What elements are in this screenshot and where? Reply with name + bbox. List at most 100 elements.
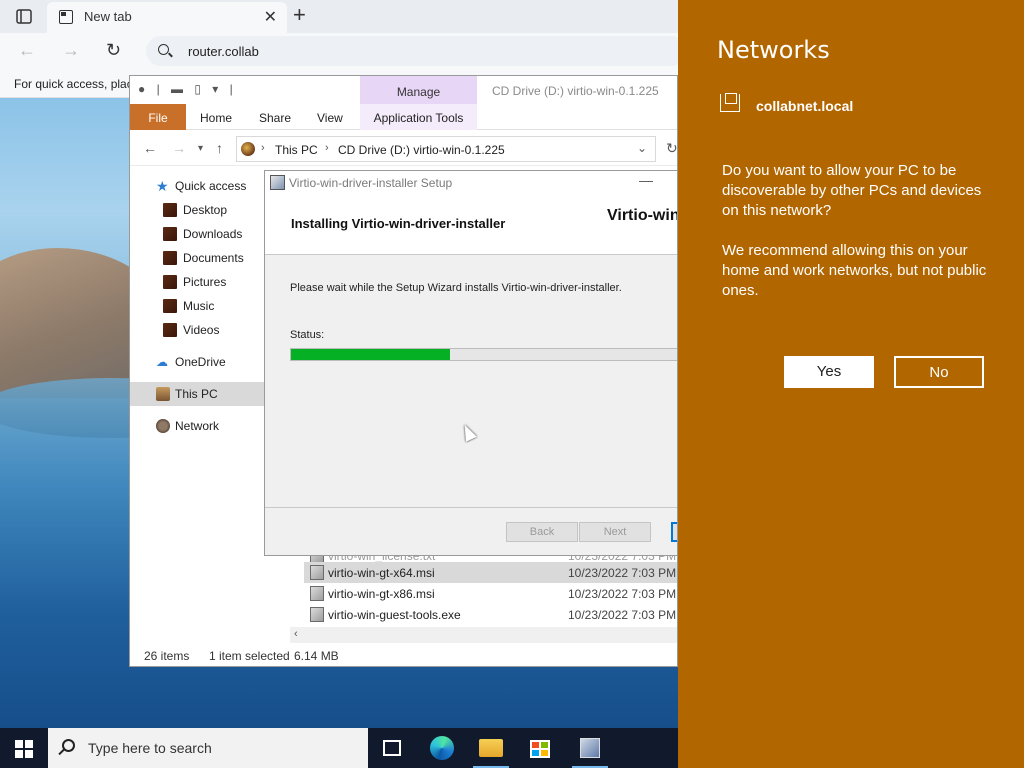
tab-actions-icon[interactable] <box>10 6 38 28</box>
selection-count: 1 item selected <box>209 649 290 663</box>
explorer-back-icon[interactable]: ← <box>143 140 157 156</box>
nav-pictures[interactable]: Pictures <box>130 270 264 294</box>
tab-share[interactable]: Share <box>259 104 291 130</box>
no-button[interactable]: No <box>894 356 984 388</box>
network-name: collabnet.local <box>756 98 854 114</box>
nav-videos[interactable]: Videos <box>130 318 264 342</box>
tab-home[interactable]: Home <box>200 104 232 130</box>
nav-label: Music <box>183 299 215 313</box>
browser-tab[interactable]: New tab ✕ <box>47 2 287 33</box>
nav-this-pc[interactable]: This PC <box>130 382 264 406</box>
edge-icon[interactable] <box>418 728 466 768</box>
file-date: 10/23/2022 7:03 PM <box>568 566 677 580</box>
breadcrumb-separator-icon[interactable]: › <box>325 142 329 154</box>
file-explorer-icon[interactable] <box>467 728 515 768</box>
cloud-icon: ☁ <box>156 355 168 369</box>
quick-access-toolbar-icons[interactable]: ● | ▬ ▯ ▾ | <box>138 82 237 96</box>
file-list: virtio-win_license.txt 10/23/2022 7:03 P… <box>304 548 677 629</box>
nav-label: Quick access <box>175 179 247 193</box>
cancel-button[interactable] <box>671 522 677 542</box>
store-icon[interactable] <box>516 728 564 768</box>
windows-logo-icon <box>15 740 23 748</box>
start-button[interactable] <box>0 728 48 768</box>
address-text[interactable]: router.collab <box>188 44 259 59</box>
nav-downloads[interactable]: Downloads <box>130 222 264 246</box>
computer-icon <box>156 387 170 401</box>
nav-label: Videos <box>183 323 220 337</box>
nav-label: Documents <box>183 251 244 265</box>
explorer-titlebar: ● | ▬ ▯ ▾ | Manage CD Drive (D:) virtio-… <box>130 76 677 104</box>
next-button[interactable]: Next <box>579 522 651 542</box>
horizontal-scrollbar[interactable]: ‹ <box>290 627 677 643</box>
file-name: virtio-win-gt-x64.msi <box>328 566 435 580</box>
installer-taskbar-icon[interactable] <box>566 728 614 768</box>
setup-titlebar: Virtio-win-driver-installer Setup — <box>265 171 677 195</box>
scroll-left-icon[interactable]: ‹ <box>294 628 298 640</box>
file-row[interactable]: virtio-win-gt-x86.msi 10/23/2022 7:03 PM <box>304 583 677 604</box>
folder-icon <box>163 275 177 289</box>
favorites-bar-hint: For quick access, plac <box>14 77 133 91</box>
breadcrumb-separator-icon[interactable]: › <box>261 142 265 154</box>
up-arrow-icon[interactable]: ↑ <box>216 140 223 156</box>
tab-application-tools[interactable]: Application Tools <box>360 104 477 130</box>
explorer-ribbon-tabs: File Home Share View Application Tools <box>130 104 677 130</box>
networks-title: Networks <box>717 36 830 64</box>
install-progress-fill <box>291 349 451 360</box>
nav-label: Network <box>175 419 220 433</box>
folder-icon <box>163 227 177 241</box>
selection-size: 6.14 MB <box>294 649 339 663</box>
tab-title: New tab <box>84 9 132 24</box>
explorer-breadcrumb[interactable]: › This PC › CD Drive (D:) virtio-win-0.1… <box>236 136 656 162</box>
file-name: virtio-win-guest-tools.exe <box>328 608 461 622</box>
breadcrumb-this-pc[interactable]: This PC <box>275 143 318 157</box>
nav-onedrive[interactable]: ☁ OneDrive <box>130 350 264 374</box>
setup-footer: Back Next <box>265 507 677 555</box>
installer-icon <box>270 175 285 190</box>
new-tab-icon <box>59 10 73 24</box>
setup-heading: Installing Virtio-win-driver-installer <box>291 216 506 231</box>
task-view-icon[interactable] <box>368 728 416 768</box>
nav-label: OneDrive <box>175 355 226 369</box>
nav-documents[interactable]: Documents <box>130 246 264 270</box>
file-row[interactable]: virtio-win-guest-tools.exe 10/23/2022 7:… <box>304 604 677 625</box>
back-button[interactable]: Back <box>506 522 578 542</box>
manage-context-tab[interactable]: Manage <box>360 76 477 104</box>
explorer-refresh-icon[interactable]: ↻ <box>666 140 677 157</box>
setup-header: Installing Virtio-win-driver-installer V… <box>265 195 677 255</box>
explorer-address-row: ← → ▾ ↑ › This PC › CD Drive (D:) virtio… <box>130 132 677 166</box>
address-dropdown-icon[interactable]: ⌄ <box>637 141 647 155</box>
explorer-forward-icon[interactable]: → <box>172 140 186 156</box>
windows-logo-icon <box>25 740 33 748</box>
file-date: 10/23/2022 7:03 PM <box>568 608 677 622</box>
browser-toolbar: ← → ↻ router.collab <box>0 33 686 69</box>
folder-icon <box>163 299 177 313</box>
reload-icon[interactable]: ↻ <box>106 40 121 61</box>
new-tab-button[interactable]: + <box>293 4 306 26</box>
nav-label: Pictures <box>183 275 227 289</box>
nav-label: This PC <box>175 387 218 401</box>
breadcrumb-cd-drive[interactable]: CD Drive (D:) virtio-win-0.1.225 <box>338 143 505 157</box>
recent-locations-icon[interactable]: ▾ <box>198 143 203 154</box>
address-bar[interactable]: router.collab <box>146 36 686 66</box>
nav-desktop[interactable]: Desktop <box>130 198 264 222</box>
network-icon <box>156 419 170 433</box>
yes-button[interactable]: Yes <box>784 356 874 388</box>
nav-quick-access[interactable]: ★ Quick access <box>130 174 264 198</box>
tab-file[interactable]: File <box>130 104 186 130</box>
tab-view[interactable]: View <box>317 104 343 130</box>
setup-body: Please wait while the Setup Wizard insta… <box>265 256 677 506</box>
networks-flyout: Networks collabnet.local Do you want to … <box>678 0 1024 768</box>
setup-window-title: Virtio-win-driver-installer Setup <box>289 176 453 190</box>
minimize-icon[interactable]: — <box>639 172 653 188</box>
taskbar-search-box[interactable]: Type here to search <box>48 728 368 768</box>
close-tab-icon[interactable]: ✕ <box>264 7 277 27</box>
discoverable-recommendation: We recommend allowing this on your home … <box>722 242 987 299</box>
nav-network[interactable]: Network <box>130 414 264 438</box>
search-icon <box>62 739 75 752</box>
file-row[interactable]: virtio-win-gt-x64.msi 10/23/2022 7:03 PM <box>304 562 677 583</box>
back-arrow-icon[interactable]: ← <box>18 40 36 61</box>
folder-icon <box>163 323 177 337</box>
nav-music[interactable]: Music <box>130 294 264 318</box>
forward-arrow-icon[interactable]: → <box>62 40 80 61</box>
file-date: 10/23/2022 7:03 PM <box>568 587 677 601</box>
